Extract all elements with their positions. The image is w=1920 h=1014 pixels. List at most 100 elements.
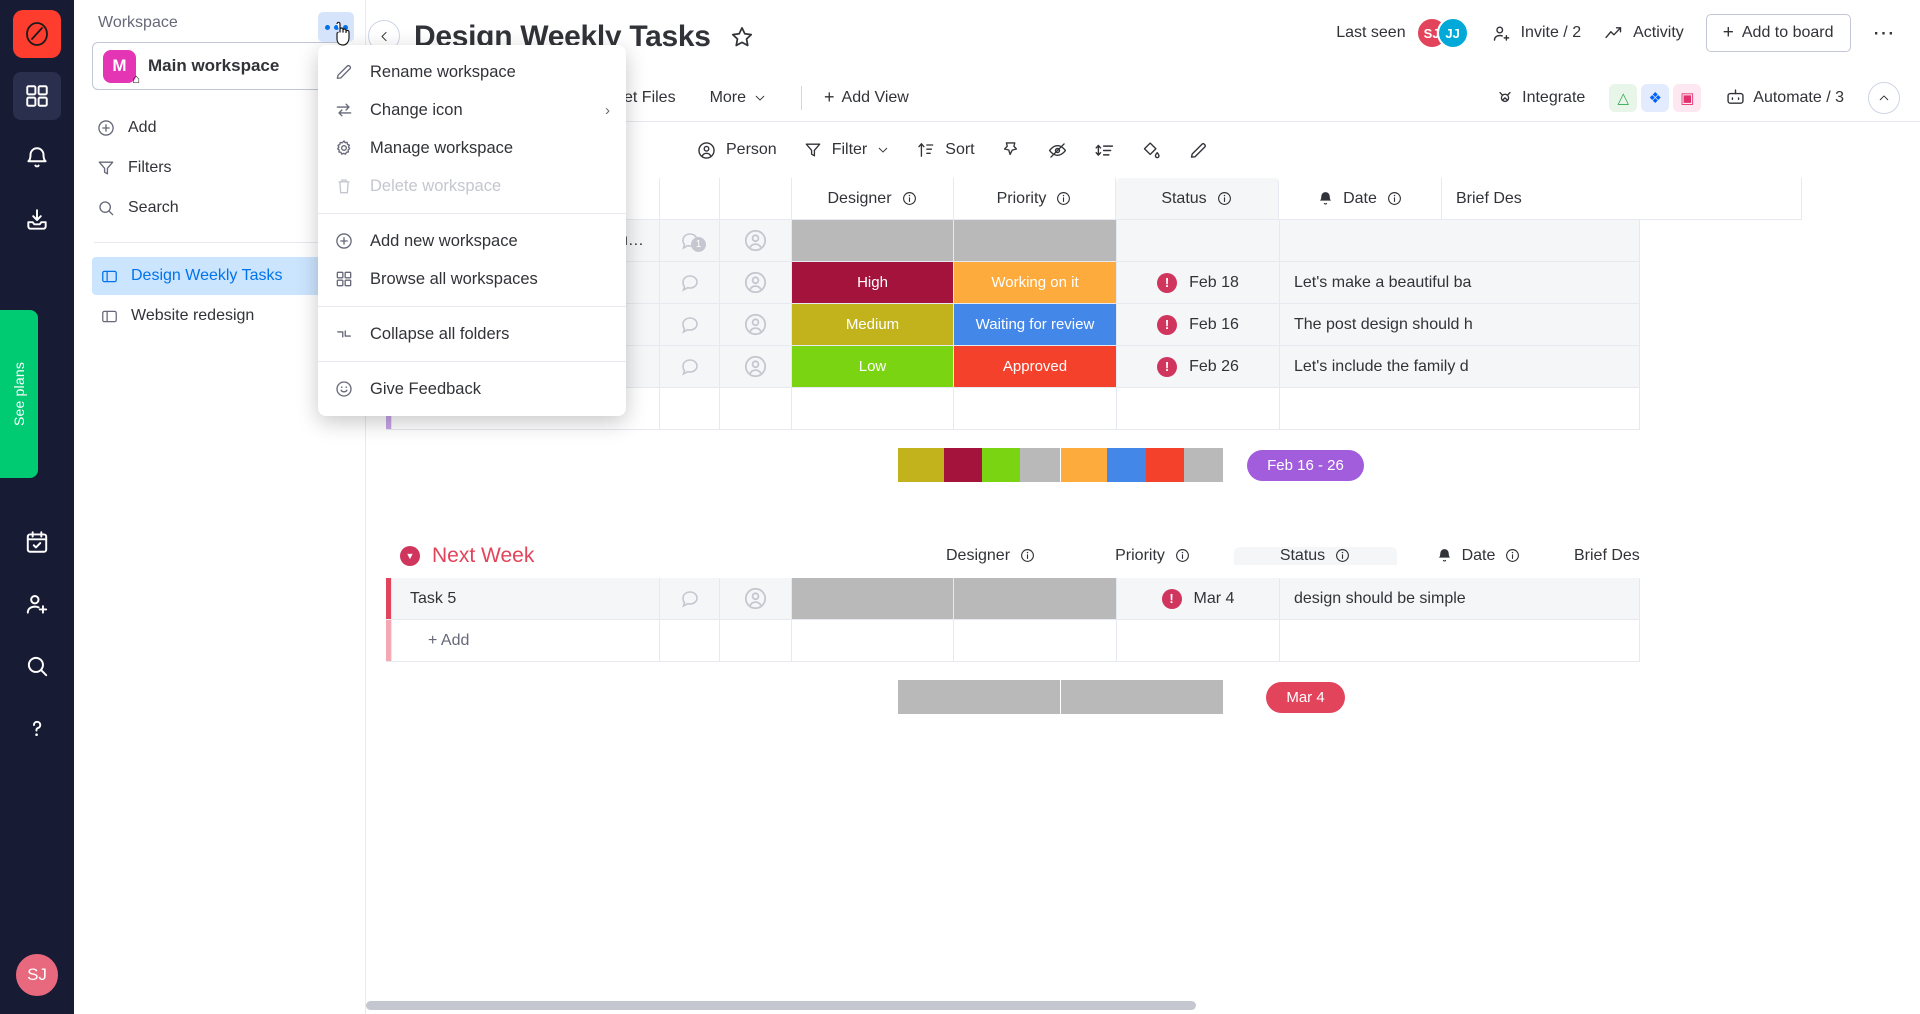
collapse-header-button[interactable] <box>1868 81 1900 114</box>
toolbar-person[interactable]: Person <box>696 140 777 161</box>
column-header-date[interactable]: Date <box>1279 178 1442 220</box>
workspace-selector[interactable]: M ⌂ Main workspace <box>92 42 347 90</box>
group-header-next-week[interactable]: ▼ Next Week Designer Priority Status Dat… <box>386 534 1920 578</box>
row-person[interactable] <box>720 578 792 620</box>
rail-item-inbox[interactable] <box>13 196 61 244</box>
row-status[interactable] <box>954 578 1117 620</box>
toolbar-hide[interactable] <box>1047 140 1068 161</box>
rail-item-invite[interactable] <box>13 580 61 628</box>
row-priority[interactable] <box>792 578 954 620</box>
rail-item-home-grid[interactable] <box>13 72 61 120</box>
row-brief[interactable] <box>1280 220 1640 262</box>
row-person[interactable] <box>720 220 792 262</box>
row-brief[interactable]: design should be simple <box>1280 578 1640 620</box>
tab-more[interactable]: More <box>710 89 767 107</box>
toolbar-filter[interactable]: Filter <box>803 140 891 160</box>
row-priority[interactable]: Medium <box>792 304 954 346</box>
last-seen[interactable]: Last seen SJ JJ <box>1336 17 1469 49</box>
column-header-status[interactable]: Status <box>1234 547 1397 565</box>
row-priority[interactable] <box>792 220 954 262</box>
rail-item-notifications[interactable] <box>13 134 61 182</box>
row-person[interactable] <box>720 304 792 346</box>
invite-button[interactable]: Invite / 2 <box>1491 23 1581 44</box>
row-priority[interactable]: High <box>792 262 954 304</box>
table-row[interactable]: Task 5 ! Mar 4 design should be simple <box>386 578 1920 620</box>
row-chat[interactable] <box>660 304 720 346</box>
row-brief[interactable]: Let's include the family d <box>1280 346 1640 388</box>
toolbar-paint[interactable] <box>1141 140 1162 161</box>
dropbox-app-icon[interactable]: ❖ <box>1641 83 1670 112</box>
rail-item-my-work[interactable] <box>13 518 61 566</box>
column-header-priority[interactable]: Priority <box>954 178 1116 220</box>
add-row-label[interactable]: + Add <box>392 620 660 662</box>
google-drive-app-icon[interactable]: △ <box>1609 83 1638 112</box>
chevron-down-icon[interactable]: ▼ <box>400 546 420 566</box>
avatar[interactable]: SJ <box>14 952 60 998</box>
row-status[interactable]: Working on it <box>954 262 1117 304</box>
column-header-designer[interactable]: Designer <box>792 178 954 220</box>
rail-item-search[interactable] <box>13 642 61 690</box>
sidebar-filters[interactable]: Filters <box>96 148 347 188</box>
kebab-icon[interactable]: ⋯ <box>1873 20 1897 46</box>
date-summary[interactable]: Mar 4 <box>1224 676 1387 718</box>
add-to-board-button[interactable]: + Add to board <box>1705 14 1851 52</box>
date-summary[interactable]: Feb 16 - 26 <box>1224 444 1387 486</box>
row-date[interactable]: ! Feb 26 <box>1117 346 1280 388</box>
menu-item-give-feedback[interactable]: Give Feedback <box>318 370 626 408</box>
column-header-status[interactable]: Status <box>1116 178 1279 220</box>
menu-item-change-icon[interactable]: Change icon › <box>318 91 626 129</box>
row-date[interactable] <box>1117 220 1280 262</box>
row-chat[interactable] <box>660 578 720 620</box>
row-status[interactable]: Approved <box>954 346 1117 388</box>
row-date[interactable]: ! Feb 16 <box>1117 304 1280 346</box>
instagram-app-icon[interactable]: ▣ <box>1673 83 1702 112</box>
tab-sheet-files[interactable]: et Files <box>624 89 676 107</box>
sidebar-item-website-redesign[interactable]: Website redesign <box>92 297 347 335</box>
menu-item-rename-workspace[interactable]: Rename workspace <box>318 53 626 91</box>
toolbar-edit[interactable] <box>1188 140 1209 161</box>
toolbar-row-height[interactable] <box>1094 140 1115 161</box>
status-summary-bar[interactable] <box>1061 444 1223 486</box>
priority-summary-bar[interactable] <box>898 676 1060 718</box>
activity-button[interactable]: Activity <box>1603 23 1684 44</box>
see-plans-button[interactable]: See plans <box>0 310 38 478</box>
star-icon[interactable] <box>729 24 755 50</box>
status-summary-bar[interactable] <box>1061 676 1223 718</box>
row-brief[interactable]: Let's make a beautiful ba <box>1280 262 1640 304</box>
add-view-button[interactable]: + Add View <box>824 87 909 108</box>
row-brief[interactable]: The post design should h <box>1280 304 1640 346</box>
row-date[interactable]: ! Mar 4 <box>1117 578 1280 620</box>
horizontal-scrollbar[interactable] <box>366 1001 1196 1010</box>
column-header-designer[interactable]: Designer <box>910 547 1072 565</box>
row-person[interactable] <box>720 346 792 388</box>
add-row[interactable]: + Add <box>386 620 1920 662</box>
menu-item-browse-all-workspaces[interactable]: Browse all workspaces <box>318 260 626 298</box>
sidebar-add[interactable]: Add <box>96 108 347 148</box>
column-header-brief[interactable]: Brief Des <box>1442 178 1802 220</box>
sidebar-search[interactable]: Search <box>96 188 347 228</box>
avatar[interactable]: JJ <box>1436 17 1469 49</box>
row-chat[interactable]: 1 <box>660 220 720 262</box>
integrate-button[interactable]: Integrate <box>1495 88 1585 108</box>
column-header-date[interactable]: Date <box>1397 547 1560 565</box>
row-chat[interactable] <box>660 262 720 304</box>
monday-logo-icon[interactable] <box>13 10 61 58</box>
row-status[interactable]: Waiting for review <box>954 304 1117 346</box>
column-header-priority[interactable]: Priority <box>1072 547 1234 565</box>
rail-item-help[interactable] <box>13 704 61 752</box>
automate-button[interactable]: Automate / 3 <box>1725 87 1844 108</box>
row-priority[interactable]: Low <box>792 346 954 388</box>
row-person[interactable] <box>720 262 792 304</box>
priority-summary-bar[interactable] <box>898 444 1060 486</box>
row-chat[interactable] <box>660 346 720 388</box>
menu-item-manage-workspace[interactable]: Manage workspace <box>318 129 626 167</box>
row-date[interactable]: ! Feb 18 <box>1117 262 1280 304</box>
sidebar-item-design-weekly-tasks[interactable]: Design Weekly Tasks <box>92 257 347 295</box>
toolbar-sort[interactable]: Sort <box>916 140 975 160</box>
column-header-brief[interactable]: Brief Des <box>1560 547 1920 565</box>
row-status[interactable] <box>954 220 1117 262</box>
menu-item-collapse-all-folders[interactable]: Collapse all folders <box>318 315 626 353</box>
menu-item-add-new-workspace[interactable]: Add new workspace <box>318 222 626 260</box>
row-name[interactable]: Task 5 <box>392 578 660 620</box>
toolbar-pin[interactable] <box>1001 140 1021 160</box>
